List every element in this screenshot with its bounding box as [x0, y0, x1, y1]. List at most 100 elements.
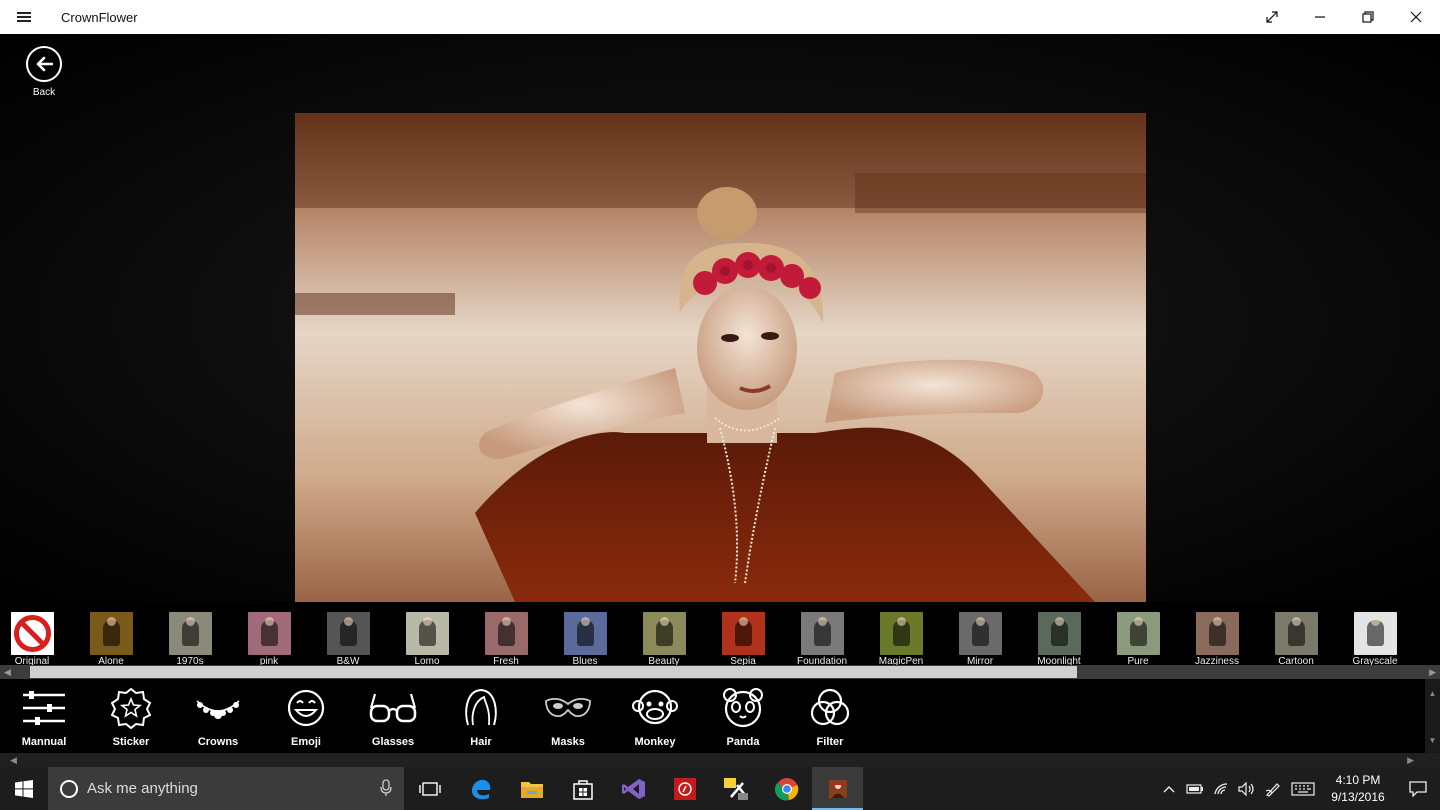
cortana-search-box[interactable]: Ask me anything	[48, 767, 404, 810]
panda-icon	[719, 685, 767, 731]
close-icon[interactable]	[1392, 0, 1440, 34]
toolbar-vertical-scrollbar[interactable]: ▲ ▼	[1425, 679, 1440, 753]
filter-strip: Original Alone 1970s pink B&W Lomo Fresh Blues B…	[0, 602, 1440, 667]
chevron-up-icon[interactable]	[1156, 767, 1182, 810]
filter-item[interactable]: Moonlight	[1020, 612, 1098, 667]
minimize-icon[interactable]	[1296, 0, 1344, 34]
filter-thumbnail	[1116, 612, 1160, 655]
no-filter-icon	[10, 612, 54, 655]
tools-app-icon[interactable]	[710, 767, 761, 810]
scroll-up-icon[interactable]: ▲	[1425, 689, 1440, 698]
task-view-icon[interactable]	[404, 767, 455, 810]
scroll-right-icon[interactable]: ▶	[1407, 753, 1414, 767]
tool-label: Monkey	[634, 736, 676, 748]
filter-item[interactable]: Fresh	[467, 612, 545, 667]
monkey-icon	[631, 685, 679, 731]
tool-monkey-button[interactable]: Monkey	[611, 685, 699, 748]
filter-item[interactable]: B&W	[309, 612, 387, 667]
filter-item[interactable]: Alone	[72, 612, 150, 667]
filter-thumbnail	[879, 612, 923, 655]
filter-item[interactable]: Grayscale	[1336, 612, 1414, 667]
filter-thumbnail	[1195, 612, 1239, 655]
microphone-icon[interactable]	[380, 779, 392, 802]
wifi-icon[interactable]	[1208, 767, 1234, 810]
filter-item[interactable]: Sepia	[704, 612, 782, 667]
emoji-face-icon	[282, 685, 330, 731]
filter-item[interactable]: Mirror	[941, 612, 1019, 667]
scroll-left-icon[interactable]: ◀	[4, 665, 11, 679]
filter-thumbnail	[247, 612, 291, 655]
edge-icon[interactable]	[455, 767, 506, 810]
filter-item[interactable]: Lomo	[388, 612, 466, 667]
filter-thumbnail	[721, 612, 765, 655]
restore-icon[interactable]	[1344, 0, 1392, 34]
tool-sticker-button[interactable]: Sticker	[87, 685, 175, 748]
tool-label: Glasses	[371, 736, 415, 748]
filter-item[interactable]: Original	[0, 612, 71, 667]
chrome-icon[interactable]	[761, 767, 812, 810]
filter-thumbnail	[405, 612, 449, 655]
filter-item[interactable]: Cartoon	[1257, 612, 1335, 667]
filter-item[interactable]: MagicPen	[862, 612, 940, 667]
tool-emoji-button[interactable]: Emoji	[262, 685, 350, 748]
editor-canvas: Back	[0, 34, 1440, 602]
filter-item[interactable]: Foundation	[783, 612, 861, 667]
glasses-icon	[369, 685, 417, 731]
volume-icon[interactable]	[1234, 767, 1260, 810]
tool-glasses-button[interactable]: Glasses	[349, 685, 437, 748]
filter-item[interactable]: pink	[230, 612, 308, 667]
filter-thumbnail	[958, 612, 1002, 655]
store-icon[interactable]	[557, 767, 608, 810]
toolbar-horizontal-scrollbar[interactable]: ◀ ▶	[0, 753, 1440, 767]
hamburger-icon[interactable]	[0, 0, 48, 34]
title-bar: CrownFlower	[0, 0, 1440, 34]
expand-icon[interactable]	[1248, 0, 1296, 34]
filter-thumbnail	[800, 612, 844, 655]
pen-ink-icon[interactable]	[1260, 767, 1286, 810]
filter-item[interactable]: Pure	[1099, 612, 1177, 667]
filter-thumbnail	[484, 612, 528, 655]
search-placeholder: Ask me anything	[87, 780, 198, 797]
filter-item[interactable]: 1970s	[151, 612, 229, 667]
windows-taskbar: Ask me anything 4:10 PM 9/13/2016	[0, 767, 1440, 810]
scroll-right-icon[interactable]: ▶	[1429, 665, 1436, 679]
filter-scrollbar[interactable]: ◀ ▶	[0, 665, 1440, 679]
back-label: Back	[32, 87, 56, 98]
red-app-icon[interactable]	[659, 767, 710, 810]
tool-mannual-button[interactable]: Mannual	[0, 685, 88, 748]
back-button[interactable]: Back	[22, 46, 66, 98]
scroll-down-icon[interactable]: ▼	[1425, 736, 1440, 745]
action-center-icon[interactable]	[1396, 767, 1440, 810]
file-explorer-icon[interactable]	[506, 767, 557, 810]
sticker-star-icon	[107, 685, 155, 731]
cortana-icon	[60, 779, 78, 798]
filter-item[interactable]: Blues	[546, 612, 624, 667]
scroll-left-icon[interactable]: ◀	[10, 753, 17, 767]
tool-filter-button[interactable]: Filter	[786, 685, 874, 748]
tool-label: Masks	[551, 736, 585, 748]
mask-icon	[544, 685, 592, 731]
tool-panda-button[interactable]: Panda	[699, 685, 787, 748]
visual-studio-icon[interactable]	[608, 767, 659, 810]
tool-masks-button[interactable]: Masks	[524, 685, 612, 748]
tool-bar: Mannual Sticker Crowns Emoji Glasses Hair Mask…	[0, 679, 1425, 753]
app-title: CrownFlower	[61, 9, 138, 25]
filter-item[interactable]: Jazziness	[1178, 612, 1256, 667]
windows-start-icon[interactable]	[0, 767, 48, 810]
filter-item[interactable]: Beauty	[625, 612, 703, 667]
tool-hair-button[interactable]: Hair	[437, 685, 525, 748]
filter-thumbnail	[168, 612, 212, 655]
edited-photo[interactable]	[295, 113, 1146, 602]
keyboard-icon[interactable]	[1286, 767, 1320, 810]
filter-thumbnail	[563, 612, 607, 655]
battery-icon[interactable]	[1182, 767, 1208, 810]
taskbar-clock[interactable]: 4:10 PM 9/13/2016	[1320, 772, 1396, 806]
filter-thumbnail	[1037, 612, 1081, 655]
tool-crowns-button[interactable]: Crowns	[174, 685, 262, 748]
tool-label: Panda	[726, 736, 760, 748]
crownflower-app-icon[interactable]	[812, 767, 863, 810]
system-tray: 4:10 PM 9/13/2016	[1156, 767, 1440, 810]
filter-scrollbar-thumb[interactable]	[30, 666, 1077, 678]
filter-circles-icon	[806, 685, 854, 731]
clock-time: 4:10 PM	[1335, 772, 1381, 787]
